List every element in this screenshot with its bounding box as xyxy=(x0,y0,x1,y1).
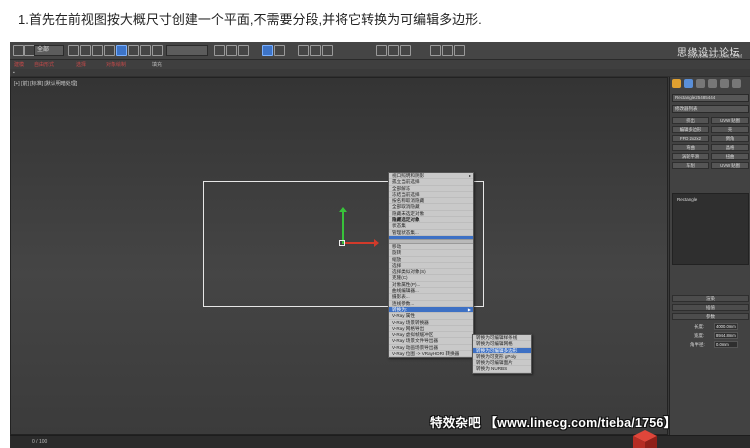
frame-counter: 0 / 100 xyxy=(32,439,48,445)
render-icon[interactable] xyxy=(430,45,441,56)
select-object-icon[interactable] xyxy=(68,45,79,56)
command-panel-tabs xyxy=(672,79,750,90)
modifier-button[interactable]: UVW 贴图 xyxy=(711,162,749,169)
convert-to-submenu: 转换为可编辑样条线 转换为可编辑网格 转换为可编辑多边形 转换为可变形 gPol… xyxy=(472,334,532,374)
rollout-parameters[interactable]: 参数 xyxy=(672,313,749,320)
ribbon-panel-label: ▪ xyxy=(13,70,15,76)
curve-editor-icon[interactable] xyxy=(310,45,321,56)
render-setup-icon[interactable] xyxy=(388,45,399,56)
submenu-item[interactable]: 转换为 NURBS xyxy=(473,366,531,373)
ribbon-tab-modeling[interactable]: 建模 xyxy=(14,61,24,68)
modifier-button[interactable]: 扭曲 xyxy=(711,153,749,160)
material-editor-icon[interactable] xyxy=(376,45,387,56)
menu-item[interactable]: V-Ray 位图 -> VRayHDRI 转换器 xyxy=(389,351,473,358)
reference-coord-dropdown[interactable] xyxy=(166,45,208,56)
ribbon-tab-populate[interactable]: 填充 xyxy=(152,61,162,68)
window-crossing-icon[interactable] xyxy=(104,45,115,56)
ribbon-panel: ▪ xyxy=(10,69,750,77)
gizmo-y-arrow-icon[interactable] xyxy=(339,207,347,212)
corner-radius-input[interactable]: 0.0mm xyxy=(714,341,738,348)
width-input[interactable]: 8944.8mm xyxy=(714,332,738,339)
object-name-field[interactable]: Rectangle25485444 xyxy=(672,94,749,102)
modifier-button[interactable]: 车削 xyxy=(672,162,709,169)
length-input[interactable]: 4000.0mm xyxy=(714,323,738,330)
modifier-button[interactable]: 倒角 xyxy=(711,135,749,142)
ribbon-tab-selection[interactable]: 选择 xyxy=(76,61,86,68)
modifier-button[interactable]: 挤出 xyxy=(672,117,709,124)
gizmo-x-axis[interactable] xyxy=(344,242,374,244)
display-tab-icon[interactable] xyxy=(720,79,729,88)
percent-snap-icon[interactable] xyxy=(238,45,249,56)
move-icon[interactable] xyxy=(116,45,127,56)
modifier-button[interactable]: 弯曲 xyxy=(672,144,709,151)
render-production-icon[interactable] xyxy=(442,45,453,56)
ribbon-tab-freeform[interactable]: 自由形式 xyxy=(34,61,54,68)
menu-item-label: 转换为: xyxy=(392,306,408,312)
vray-icon[interactable] xyxy=(454,45,465,56)
gizmo-x-arrow-icon[interactable] xyxy=(374,239,379,247)
layer-icon[interactable] xyxy=(298,45,309,56)
rollout-rendering[interactable]: 渲染 xyxy=(672,295,749,302)
rect-select-icon[interactable] xyxy=(92,45,103,56)
align-icon[interactable] xyxy=(274,45,285,56)
rollout-interpolation[interactable]: 插值 xyxy=(672,304,749,311)
viewport-label[interactable]: [+] [前] [标准] [默认明暗处理] xyxy=(14,80,77,87)
motion-tab-icon[interactable] xyxy=(708,79,717,88)
scale-icon[interactable] xyxy=(140,45,151,56)
gizmo-xy-plane-handle[interactable] xyxy=(339,240,345,246)
pivot-icon[interactable] xyxy=(152,45,163,56)
instruction-caption: 1.首先在前视图按大概尺寸创建一个平面,不需要分段,并将它转换为可编辑多边形. xyxy=(18,12,482,27)
modifier-button[interactable]: 编辑多边形 xyxy=(672,126,709,133)
watermark-cube-logo-icon xyxy=(633,430,657,448)
hierarchy-tab-icon[interactable] xyxy=(696,79,705,88)
length-label: 长度: xyxy=(694,324,705,329)
undo-icon[interactable] xyxy=(13,45,24,56)
selection-filter-dropdown[interactable]: 全部 xyxy=(34,45,64,56)
modifier-stack[interactable]: Rectangle xyxy=(672,193,749,265)
modifier-button[interactable]: 涡轮平滑 xyxy=(672,153,709,160)
modifier-button[interactable]: UVW 贴图 xyxy=(711,117,749,124)
front-viewport[interactable]: [+] [前] [标准] [默认明暗处理] 视口照明和阴影 ▸ 孤立当前选择 全部… xyxy=(10,77,668,435)
width-label: 宽度: xyxy=(694,333,705,338)
create-tab-icon[interactable] xyxy=(672,79,681,88)
schematic-icon[interactable] xyxy=(322,45,333,56)
select-by-name-icon[interactable] xyxy=(80,45,91,56)
modify-tab-icon[interactable] xyxy=(684,79,693,88)
modifier-list-dropdown[interactable]: 修改器列表 xyxy=(672,105,749,113)
modifier-button[interactable]: 壳 xyxy=(711,126,749,133)
modifier-button[interactable]: 晶格 xyxy=(711,144,749,151)
rotate-icon[interactable] xyxy=(128,45,139,56)
ribbon-tabs: 建模 自由形式 选择 对象绘制 填充 xyxy=(10,60,750,69)
watermark-text: 特效杂吧 【www.linecg.com/tieba/1756】 xyxy=(430,416,677,430)
quad-context-menu: 视口照明和阴影 ▸ 孤立当前选择 全部解冻 冻结当前选择 按名称取消隐藏 全部取消… xyxy=(388,172,474,359)
gizmo-y-axis[interactable] xyxy=(342,210,344,244)
main-toolbar: 全部 思缘设计论坛 WWW.MISSVUAN.COM xyxy=(10,42,750,60)
snap-icon[interactable] xyxy=(214,45,225,56)
ribbon-tab-object-paint[interactable]: 对象绘制 xyxy=(106,61,126,68)
stack-item-rectangle[interactable]: Rectangle xyxy=(677,197,697,202)
corner-radius-label: 角半径: xyxy=(690,342,705,347)
modifier-button[interactable]: FFD 2x2x2 xyxy=(672,135,709,142)
render-frame-icon[interactable] xyxy=(400,45,411,56)
3dsmax-window: 全部 思缘设计论坛 WWW.MISSVUAN.COM 建模 自由形式 选择 对象… xyxy=(10,42,750,448)
mirror-icon[interactable] xyxy=(262,45,273,56)
utilities-tab-icon[interactable] xyxy=(732,79,741,88)
command-panel: Rectangle25485444 修改器列表 挤出 UVW 贴图 编辑多边形 … xyxy=(669,77,750,435)
angle-snap-icon[interactable] xyxy=(226,45,237,56)
